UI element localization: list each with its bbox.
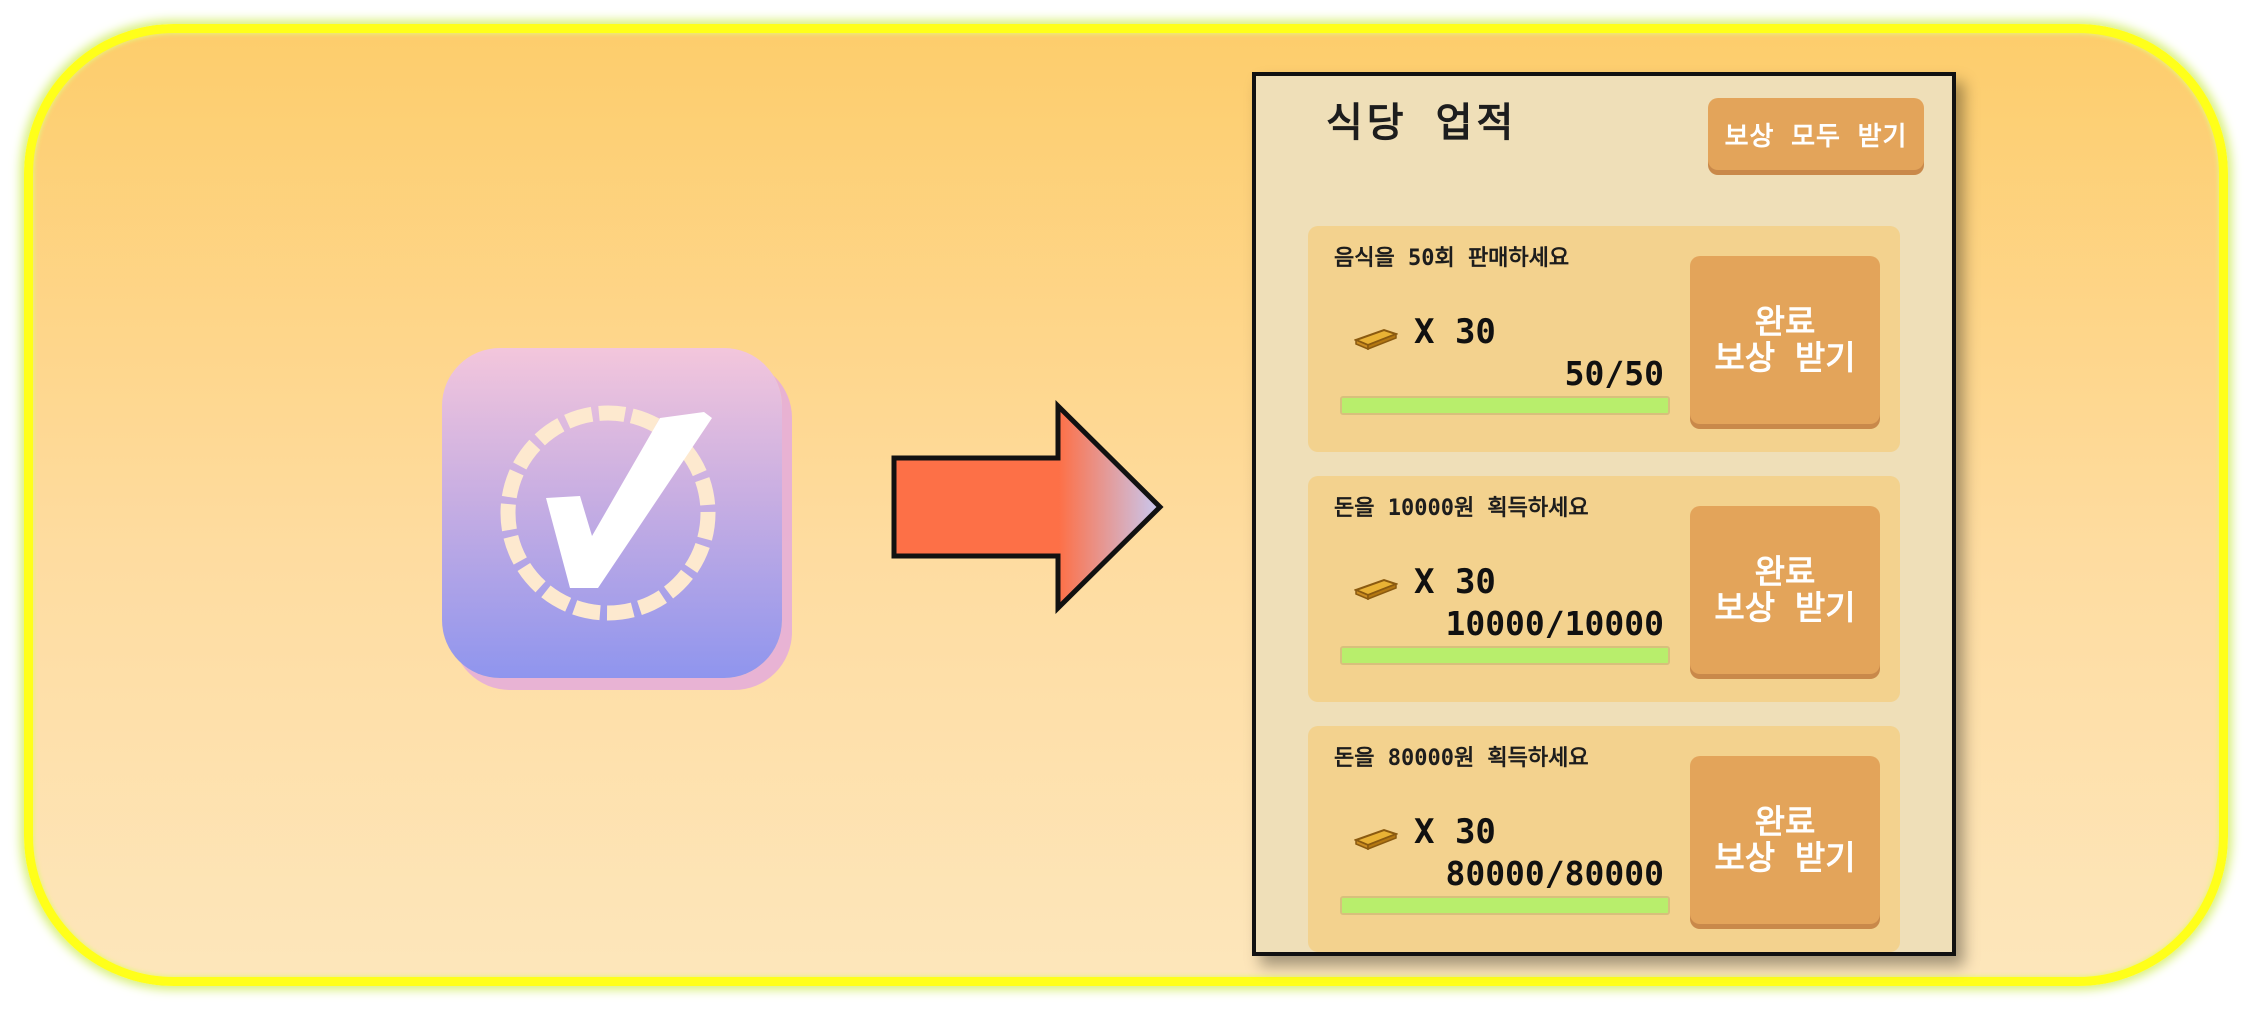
progress-bar [1340,646,1670,665]
gold-bar-icon [1354,328,1398,350]
achievement-card: 돈을 80000원 획득하세요 X 30 80000/80000 완료 보상 받… [1308,726,1900,952]
progress-fill [1342,398,1668,413]
gold-bar-icon [1354,578,1398,600]
achievement-title: 돈을 80000원 획득하세요 [1334,746,1589,771]
button-label-line1: 완료 [1754,302,1816,341]
achievement-card: 돈을 10000원 획득하세요 X 30 10000/10000 완료 보상 받… [1308,476,1900,702]
button-label-line2: 보상 받기 [1714,838,1856,877]
progress-bar [1340,896,1670,915]
progress-fill [1342,898,1668,913]
achievement-title: 음식을 50회 판매하세요 [1334,246,1570,271]
reward-amount: X 30 [1414,812,1496,852]
button-label-line1: 완료 [1754,552,1816,591]
claim-reward-button[interactable]: 완료 보상 받기 [1690,756,1880,924]
panel-title: 식당 업적 [1326,100,1518,146]
button-label-line2: 보상 받기 [1714,588,1856,627]
reward-amount: X 30 [1414,562,1496,602]
progress-fill [1342,648,1668,663]
achievement-title: 돈을 10000원 획득하세요 [1334,496,1589,521]
progress-text: 10000/10000 [1445,604,1664,643]
claim-all-button[interactable]: 보상 모두 받기 [1708,98,1924,170]
reward-amount: X 30 [1414,312,1496,352]
gold-bar-icon [1354,828,1398,850]
progress-text: 50/50 [1564,354,1664,393]
progress-bar [1340,396,1670,415]
right-arrow [891,400,1164,614]
claim-reward-button[interactable]: 완료 보상 받기 [1690,256,1880,424]
button-label-line2: 보상 받기 [1714,338,1856,377]
achievement-app-icon[interactable] [442,348,782,678]
progress-text: 80000/80000 [1445,854,1664,893]
achievement-panel: 식당 업적 보상 모두 받기 음식을 50회 판매하세요 X 30 50/50 … [1252,72,1956,956]
claim-reward-button[interactable]: 완료 보상 받기 [1690,506,1880,674]
checkmark-icon [500,405,716,621]
achievement-card: 음식을 50회 판매하세요 X 30 50/50 완료 보상 받기 [1308,226,1900,452]
button-label-line1: 완료 [1754,802,1816,841]
